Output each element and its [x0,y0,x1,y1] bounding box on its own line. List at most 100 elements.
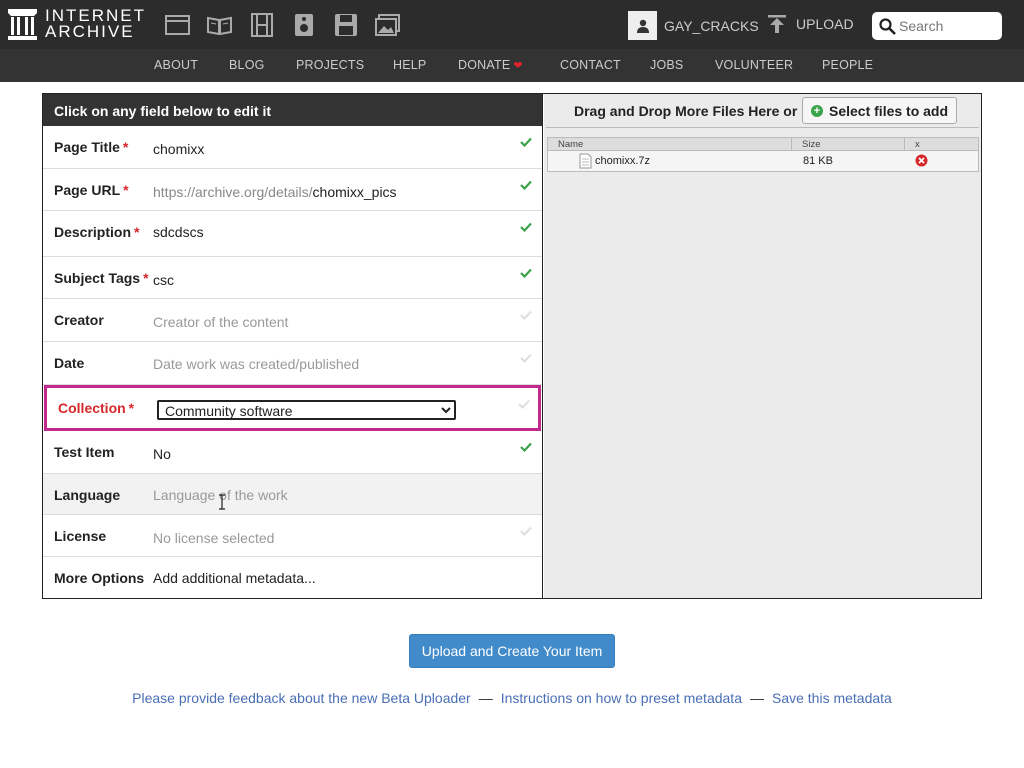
upload-icon [768,15,786,33]
separator: — [749,690,764,706]
file-table: Name Size x chomixx.7z 81 KB [547,137,979,172]
separator: — [478,690,493,706]
person-icon [636,19,649,33]
nav-about[interactable]: ABOUT [154,58,198,72]
date-placeholder[interactable]: Date work was created/published [153,356,359,372]
required-mark: * [143,270,149,286]
field-label: Date [54,355,85,371]
field-label: Page URL [54,182,121,198]
avatar[interactable] [628,11,657,40]
add-metadata-link[interactable]: Add additional metadata... [153,570,316,586]
field-more-options: More Options Add additional metadata... [43,557,542,598]
field-page-url[interactable]: Page URL * https://archive.org/details/ch… [43,169,542,211]
nav-bar: ABOUT BLOG PROJECTS HELP DONATE ❤ CONTACT… [0,49,1024,82]
file-name: chomixx.7z [595,155,651,167]
images-icon[interactable] [375,12,400,37]
field-label: Language [54,487,121,503]
field-label: Description [54,224,132,240]
column-divider [904,138,905,151]
field-license[interactable]: License No license selected [43,515,542,557]
page-url-value: chomixx_pics [312,184,397,200]
search-box[interactable] [872,12,1002,40]
check-icon [520,310,532,320]
archive-building-icon [8,8,37,40]
check-icon [520,222,532,232]
file-drop-area[interactable]: Drag and Drop More Files Here or + Selec… [544,94,981,598]
field-label: Test Item [54,444,115,460]
field-description[interactable]: Description * sdcdscs [43,211,542,257]
required-mark: * [128,400,135,416]
column-divider [791,138,792,151]
field-label: Collection [58,400,126,416]
license-placeholder[interactable]: No license selected [153,530,274,546]
page-title-value[interactable]: chomixx [153,141,204,157]
check-icon [520,180,532,190]
check-icon [520,442,532,452]
nav-help[interactable]: HELP [393,58,426,72]
metadata-form: Click on any field below to edit it Page… [43,94,543,598]
field-creator[interactable]: Creator Creator of the content [43,299,542,342]
select-files-label: Select files to add [829,102,949,119]
field-label: Creator [54,312,104,328]
subject-tags-value[interactable]: csc [153,272,174,288]
feedback-link[interactable]: Please provide feedback about the new Be… [132,690,471,706]
software-icon[interactable] [333,12,358,37]
field-language[interactable]: Language Language of the work [43,474,542,515]
instructions-link[interactable]: Instructions on how to preset metadata [501,690,742,706]
creator-placeholder[interactable]: Creator of the content [153,314,288,330]
check-icon [520,353,532,363]
nav-contact[interactable]: CONTACT [560,58,621,72]
required-mark: * [122,139,129,155]
internet-archive-logo[interactable]: INTERNET ARCHIVE [8,7,146,41]
audio-icon[interactable] [291,12,316,37]
logo-line-archive: ARCHIVE [45,22,135,41]
check-icon [520,526,532,536]
media-type-icons [165,12,400,37]
user-menu[interactable]: GAY_CRACKS [628,11,759,40]
heart-icon: ❤ [513,60,523,72]
form-header: Click on any field below to edit it [43,94,542,126]
search-input[interactable] [899,18,994,34]
nav-blog[interactable]: BLOG [229,58,265,72]
drop-header: Drag and Drop More Files Here or + Selec… [546,94,979,128]
test-item-value[interactable]: No [153,446,171,462]
nav-donate[interactable]: DONATE ❤ [458,58,523,72]
nav-projects[interactable]: PROJECTS [296,58,364,72]
collection-select[interactable]: Community software [157,400,456,420]
check-icon [518,399,530,409]
save-metadata-link[interactable]: Save this metadata [772,690,892,706]
required-mark: * [134,224,140,240]
required-mark: * [123,182,129,198]
upload-link[interactable]: UPLOAD [767,14,854,34]
column-size[interactable]: Size [802,139,820,150]
drop-instructions: Drag and Drop More Files Here or [574,103,798,119]
plus-icon: + [811,104,823,117]
upload-panel: Click on any field below to edit it Page… [42,93,982,599]
nav-volunteer[interactable]: VOLUNTEER [715,58,793,72]
field-date[interactable]: Date Date work was created/published [43,342,542,385]
texts-icon[interactable] [207,12,232,37]
upload-create-button[interactable]: Upload and Create Your Item [409,634,615,668]
text-cursor-icon [219,494,225,510]
video-icon[interactable] [249,12,274,37]
url-prefix: https://archive.org/details/ [153,184,313,200]
field-label: More Options [54,570,145,586]
field-subject-tags[interactable]: Subject Tags * csc [43,257,542,299]
nav-jobs[interactable]: JOBS [650,58,683,72]
field-label: License [54,528,107,544]
remove-file-icon[interactable] [915,154,928,167]
field-collection[interactable]: Collection * Community software [44,385,541,431]
top-bar: INTERNET ARCHIVE GAY_CRACKS UPLOAD [0,0,1024,49]
field-page-title[interactable]: Page Title * chomixx [43,126,542,169]
field-test-item[interactable]: Test Item No [43,431,542,474]
select-files-button[interactable]: + Select files to add [802,97,958,124]
column-name[interactable]: Name [558,139,583,150]
web-icon[interactable] [165,12,190,37]
upload-label: UPLOAD [796,16,854,32]
username[interactable]: GAY_CRACKS [664,18,759,34]
file-icon [579,153,592,169]
description-value[interactable]: sdcdscs [153,224,204,240]
file-row[interactable]: chomixx.7z 81 KB [548,151,978,171]
nav-people[interactable]: PEOPLE [822,58,873,72]
column-remove: x [915,139,920,150]
